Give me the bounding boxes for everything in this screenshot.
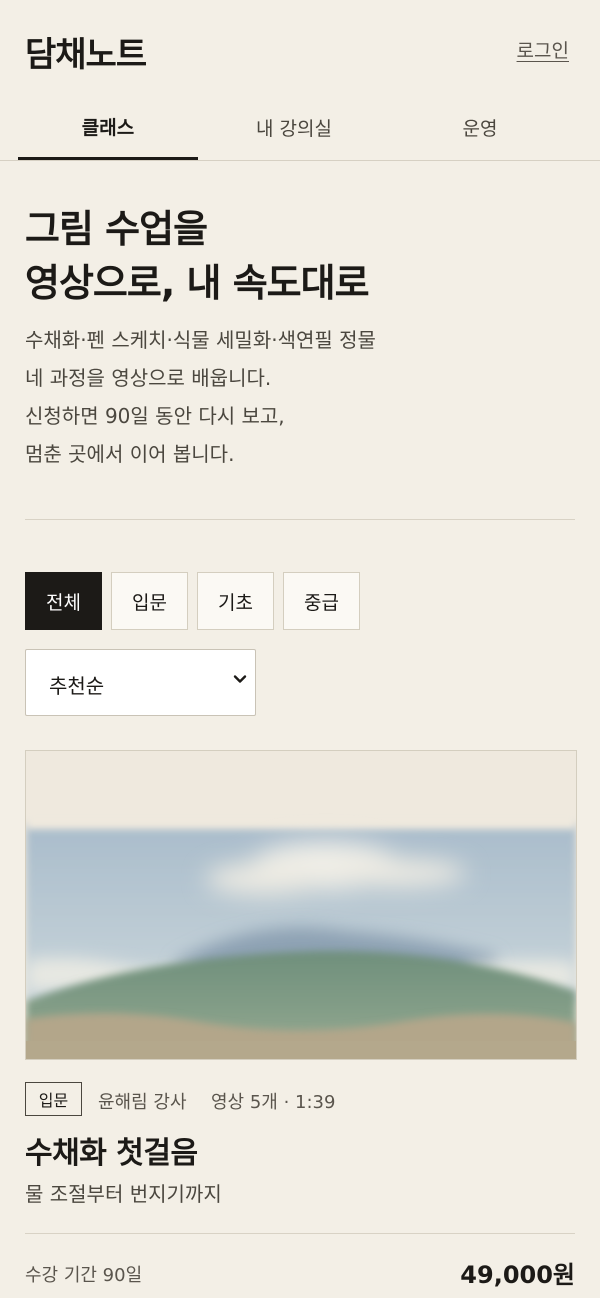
course-subtitle: 물 조절부터 번지기까지 (25, 1182, 222, 1206)
chevron-down-icon (233, 675, 247, 683)
instructor-name: 윤해림 강사 (98, 1092, 187, 1113)
site-header: 담채노트 로그인 (0, 0, 600, 96)
filter-all-button[interactable]: 전체 (25, 572, 102, 630)
card-divider (25, 1233, 575, 1234)
main-tabs: 클래스 내 강의실 운영 (0, 96, 600, 161)
course-price: 49,000원 (460, 1261, 575, 1289)
filter-intermediate-button[interactable]: 중급 (283, 572, 360, 630)
tab-my-classroom[interactable]: 내 강의실 (204, 96, 384, 158)
level-badge: 입문 (25, 1082, 82, 1116)
hero-title-line: 영상으로, 내 속도대로 (25, 261, 370, 305)
sort-selected-value: 추천순 (49, 674, 105, 698)
hero-title: 그림 수업을 영상으로, 내 속도대로 (25, 202, 585, 310)
enrollment-period: 수강 기간 90일 (25, 1265, 143, 1286)
filter-basic-button[interactable]: 기초 (197, 572, 274, 630)
course-thumbnail[interactable] (25, 750, 577, 1060)
hero-description: 수채화·펜 스케치·식물 세밀화·색연필 정물 네 과정을 영상으로 배웁니다.… (25, 321, 585, 473)
landscape-thumbnail-image (26, 751, 576, 1059)
hero-desc-line: 네 과정을 영상으로 배웁니다. (25, 366, 272, 390)
section-divider (25, 519, 575, 520)
video-count: 영상 5개 · 1:39 (211, 1092, 336, 1113)
hero-desc-line: 멈춘 곳에서 이어 봅니다. (25, 442, 235, 466)
hero-title-line: 그림 수업을 (25, 207, 208, 251)
filter-beginner-button[interactable]: 입문 (111, 572, 188, 630)
hero-desc-line: 신청하면 90일 동안 다시 보고, (25, 404, 285, 428)
site-logo[interactable]: 담채노트 (25, 27, 147, 76)
tab-operations[interactable]: 운영 (390, 96, 570, 158)
hero-desc-line: 수채화·펜 스케치·식물 세밀화·색연필 정물 (25, 328, 376, 352)
tab-classes[interactable]: 클래스 (18, 96, 198, 160)
login-link[interactable]: 로그인 (517, 36, 569, 63)
sort-select[interactable]: 추천순 (25, 649, 256, 716)
course-title[interactable]: 수채화 첫걸음 (25, 1128, 198, 1172)
